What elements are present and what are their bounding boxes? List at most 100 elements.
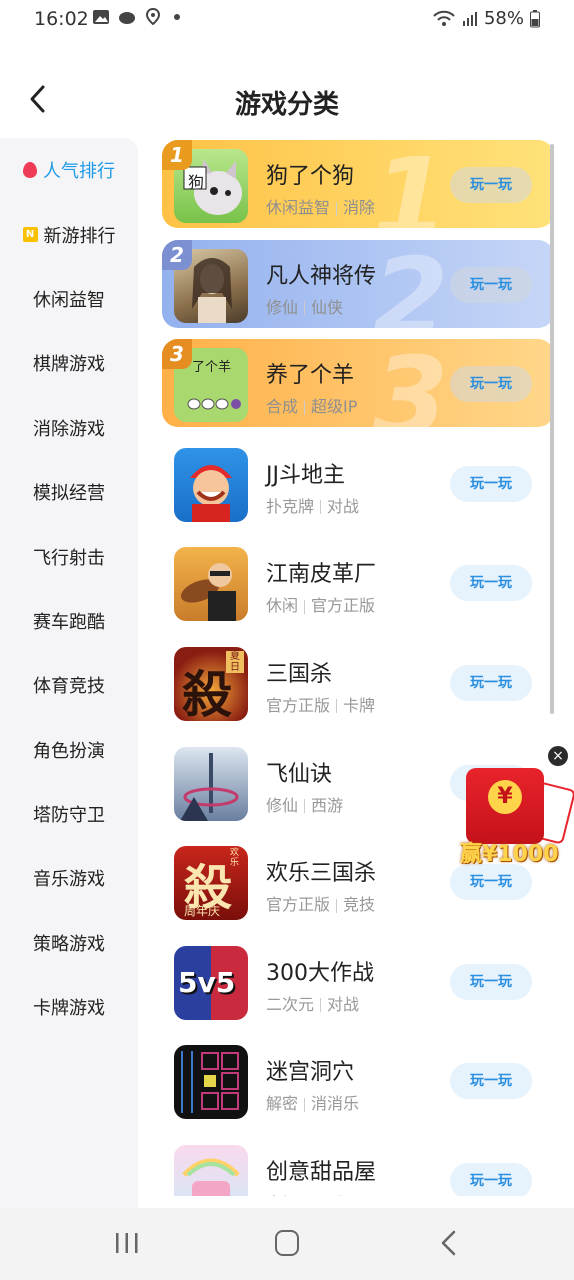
sidebar-item-rpg[interactable]: 角色扮演	[0, 718, 138, 782]
battery-icon	[530, 9, 540, 27]
sidebar-item-match3[interactable]: 消除游戏	[0, 396, 138, 460]
battery-level: 58%	[483, 8, 524, 29]
status-bar: 16:02 58%	[0, 0, 574, 40]
rank-badge: 3	[162, 339, 192, 370]
wifi-icon	[433, 10, 455, 26]
game-tags: 二次元 对战	[266, 994, 360, 1014]
game-card[interactable]: 3 了个羊 3 养了个羊 合成 超级IP 玩一玩	[162, 339, 554, 428]
flame-icon	[23, 162, 37, 179]
dessert-thumbnail-icon	[182, 1158, 240, 1196]
game-card[interactable]: 殺 夏日 三国杀 官方正版 卡牌 玩一玩	[162, 638, 554, 738]
sidebar-item-strategy[interactable]: 策略游戏	[0, 911, 138, 975]
notification-dot	[174, 14, 180, 20]
sidebar-item-new[interactable]: N 新游排行	[0, 202, 138, 266]
sidebar-item-music[interactable]: 音乐游戏	[0, 846, 138, 910]
game-name: 三国杀	[266, 661, 333, 687]
game-name: 养了个羊	[266, 363, 355, 389]
rank-watermark: 3	[372, 339, 449, 428]
game-tags: 修仙 仙侠	[266, 297, 344, 317]
thumbnail-subtext: 周年庆	[184, 904, 221, 919]
game-tags: 合成 超级IP	[266, 397, 358, 417]
thumbnail-text: 了个羊	[192, 360, 232, 376]
game-list: 1 狗 1 狗了个狗 休闲益智 消除 玩一玩 2 2 凡人神将传 修仙 仙侠 玩一玩…	[162, 140, 554, 1196]
game-name: 迷宫洞穴	[266, 1060, 355, 1086]
game-tags: 解密 消消乐	[266, 1094, 360, 1114]
play-button[interactable]: 玩一玩	[450, 963, 532, 1000]
leather-factory-thumbnail-icon	[180, 563, 236, 622]
game-name: 凡人神将传	[266, 263, 377, 289]
game-card[interactable]: 江南皮革厂 休闲 官方正版 玩一玩	[162, 538, 554, 638]
location-icon	[145, 8, 161, 26]
game-tags: 烹饪可爱	[266, 1190, 343, 1196]
game-tags: 休闲 官方正版	[266, 596, 376, 616]
promo-amount: 赢¥1000	[460, 842, 559, 867]
thumbnail-corner: 欢乐	[230, 848, 240, 869]
category-sidebar: 人气排行 N 新游排行 休闲益智 棋牌游戏 消除游戏 模拟经营 飞行射击 赛车跑酷…	[0, 138, 138, 1210]
rank-watermark: 1	[372, 140, 449, 228]
signal-icon	[462, 11, 477, 26]
thumbnail-text: 5v5	[178, 965, 236, 999]
game-name: 300大作战	[266, 960, 374, 986]
game-name: 飞仙诀	[266, 761, 333, 787]
game-tags: 修仙 西游	[266, 795, 344, 815]
sidebar-item-simulation[interactable]: 模拟经营	[0, 460, 138, 524]
red-envelope-icon: ¥	[466, 768, 544, 844]
game-thumbnail: 殺 夏日	[174, 646, 248, 721]
game-tags: 官方正版 竞技	[266, 895, 376, 915]
game-card[interactable]: JJ斗地主 扑克牌 对战 玩一玩	[162, 439, 554, 539]
sidebar-item-casual[interactable]: 休闲益智	[0, 267, 138, 331]
nav-back-icon[interactable]	[438, 1230, 460, 1256]
home-icon[interactable]	[275, 1230, 299, 1256]
game-tags: 扑克牌 对战	[266, 496, 360, 516]
game-thumbnail: 殺 欢乐 周年庆	[174, 846, 248, 921]
game-thumbnail	[174, 447, 248, 522]
status-time: 16:02	[34, 8, 89, 30]
header: 游戏分类	[0, 70, 574, 130]
game-thumbnail	[174, 1045, 248, 1120]
jj-thumbnail-icon	[190, 464, 232, 522]
sidebar-item-board[interactable]: 棋牌游戏	[0, 331, 138, 395]
sword-thumbnail-icon	[180, 752, 239, 821]
sidebar-item-tower-defense[interactable]: 塔防守卫	[0, 782, 138, 846]
sidebar-item-racing[interactable]: 赛车跑酷	[0, 589, 138, 653]
game-card[interactable]: 1 狗 1 狗了个狗 休闲益智 消除 玩一玩	[162, 140, 554, 228]
sidebar-item-card[interactable]: 卡牌游戏	[0, 975, 138, 1039]
game-card[interactable]: 2 2 凡人神将传 修仙 仙侠 玩一玩	[162, 239, 554, 328]
game-thumbnail	[174, 547, 248, 622]
game-name: 狗了个狗	[266, 164, 355, 189]
play-button[interactable]: 玩一玩	[450, 167, 532, 203]
page-title: 游戏分类	[234, 90, 339, 120]
game-card[interactable]: 5v5 300大作战 二次元 对战 玩一玩	[162, 937, 554, 1037]
play-button[interactable]: 玩一玩	[450, 1063, 532, 1100]
game-thumbnail: 5v5	[174, 945, 248, 1020]
cloud-icon	[119, 12, 135, 24]
rank-badge: 1	[162, 140, 192, 170]
recent-apps-icon[interactable]	[115, 1232, 139, 1254]
play-button[interactable]: 玩一玩	[450, 565, 532, 602]
thumbnail-text: 殺	[182, 665, 232, 721]
play-button[interactable]: 玩一玩	[450, 266, 532, 303]
thumbnail-text: 狗	[188, 173, 205, 192]
play-button[interactable]: 玩一玩	[450, 366, 532, 403]
yen-icon: ¥	[488, 780, 522, 814]
game-tags: 官方正版 卡牌	[266, 695, 376, 715]
game-name: JJ斗地主	[266, 462, 345, 488]
play-button[interactable]: 玩一玩	[450, 664, 532, 701]
sidebar-item-shooter[interactable]: 飞行射击	[0, 524, 138, 588]
red-envelope-promo[interactable]: × ¥ 赢¥1000	[456, 744, 574, 870]
game-tags: 休闲益智 消除	[266, 198, 376, 217]
rank-watermark: 2	[372, 239, 449, 328]
maze-thumbnail-icon	[181, 1051, 239, 1114]
play-button[interactable]: 玩一玩	[450, 465, 532, 502]
game-card[interactable]: 迷宫洞穴 解密 消消乐 玩一玩	[162, 1036, 554, 1136]
game-thumbnail	[174, 746, 248, 821]
play-button[interactable]: 玩一玩	[450, 1162, 532, 1196]
game-card[interactable]: 创意甜品屋 烹饪可爱 玩一玩	[162, 1136, 554, 1196]
game-name: 欢乐三国杀	[266, 861, 377, 887]
sidebar-item-sports[interactable]: 体育竞技	[0, 653, 138, 717]
game-thumbnail	[174, 1144, 248, 1196]
scrollbar[interactable]	[550, 144, 554, 714]
close-icon[interactable]: ×	[548, 746, 568, 766]
sidebar-item-popular[interactable]: 人气排行	[0, 138, 138, 202]
system-nav-bar	[0, 1208, 574, 1280]
